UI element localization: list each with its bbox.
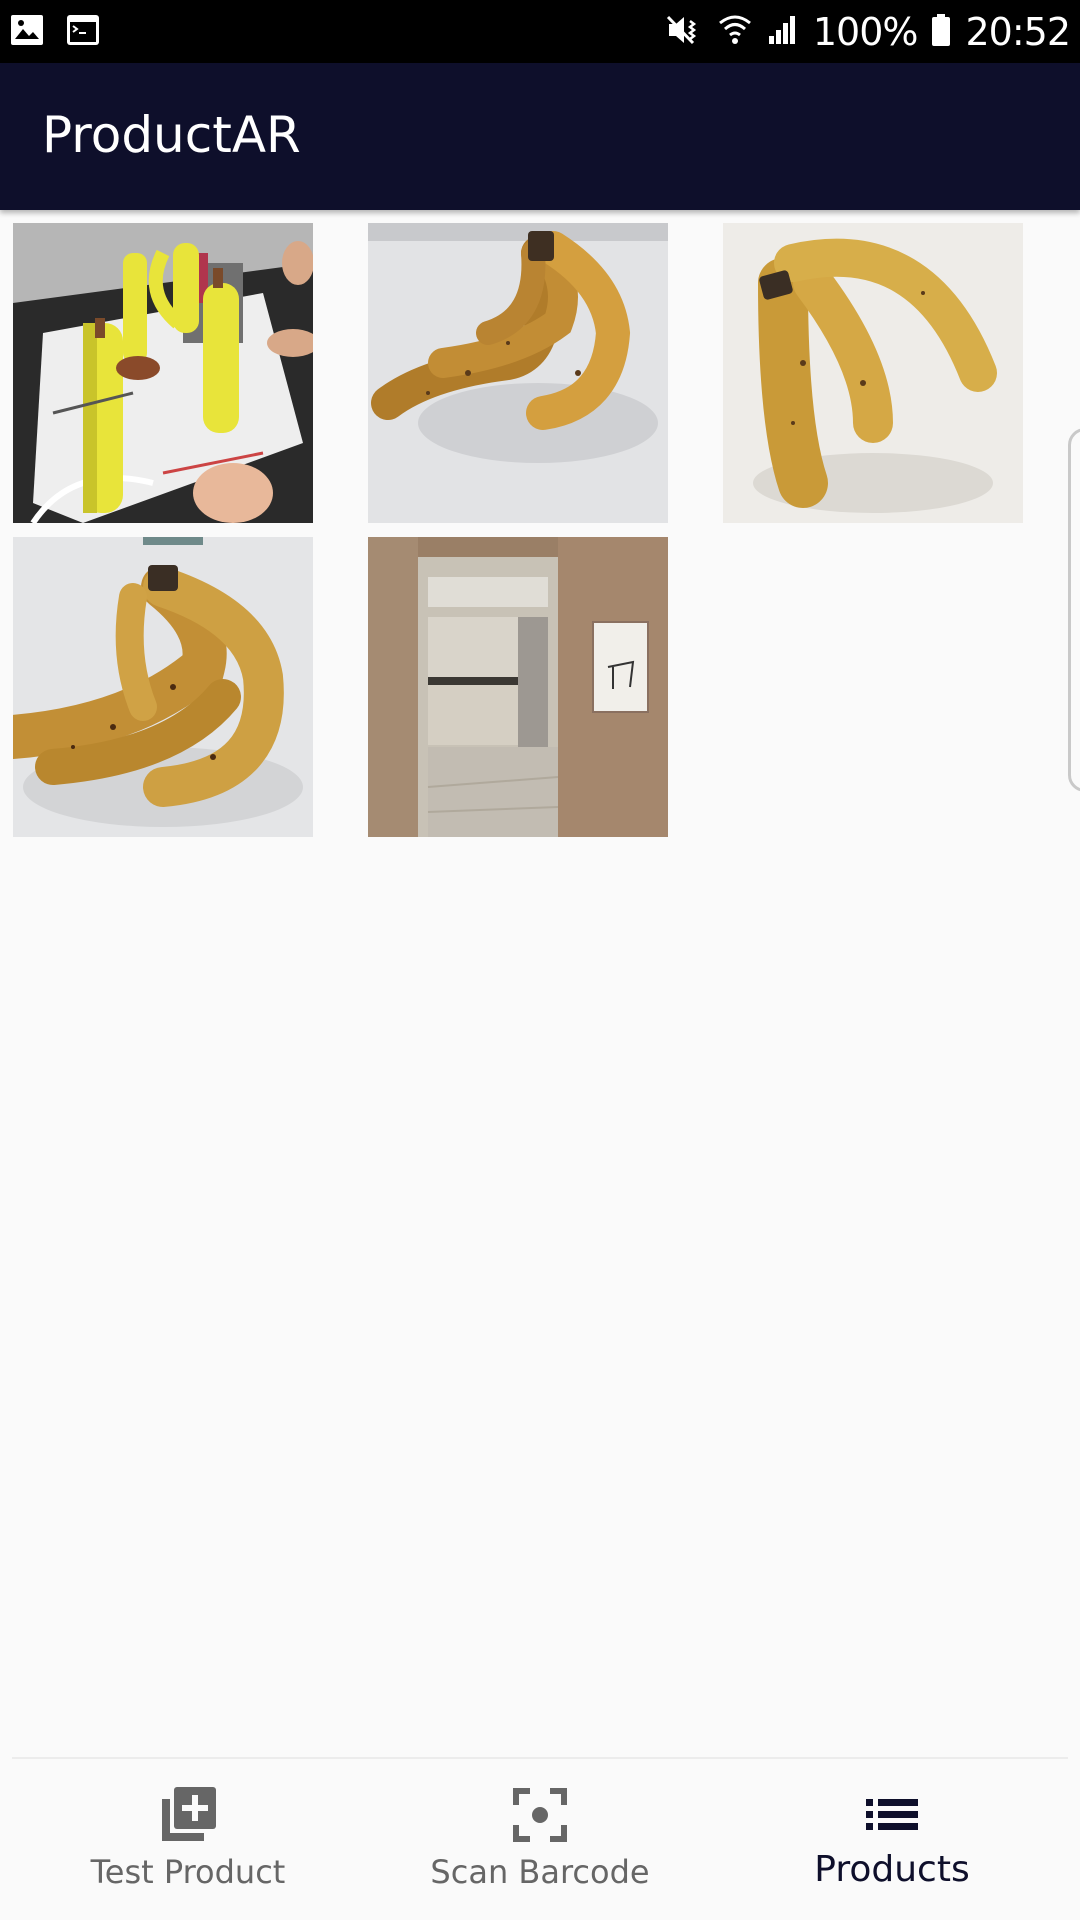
scan-focus-icon [510, 1785, 570, 1845]
wifi-icon [717, 13, 753, 51]
app-bar: ProductAR [0, 63, 1080, 210]
product-thumbnail-ar-bananas[interactable] [13, 223, 313, 523]
banana-bunch-image [368, 223, 668, 523]
banana-bunch-image [13, 537, 313, 837]
battery-icon [931, 13, 951, 51]
clock: 20:52 [965, 9, 1071, 54]
side-panel-handle[interactable] [1068, 428, 1080, 792]
list-icon [862, 1785, 922, 1845]
ar-bananas-image [13, 223, 313, 523]
status-left-icons [10, 14, 100, 50]
mute-vibrate-icon [663, 13, 703, 51]
nav-item-test-product[interactable]: Test Product [8, 1757, 368, 1920]
banana-bunch-image [723, 223, 1023, 523]
signal-icon [767, 14, 799, 50]
nav-label-products: Products [814, 1849, 970, 1890]
status-right-icons: 100% 20:52 [663, 0, 1071, 63]
nav-label-scan-barcode: Scan Barcode [430, 1853, 650, 1891]
bottom-navigation: Test Product Scan Barcode Products [0, 1757, 1080, 1920]
room-doorway-image [368, 537, 668, 837]
nav-item-scan-barcode[interactable]: Scan Barcode [360, 1757, 720, 1920]
add-box-icon [158, 1785, 218, 1845]
status-bar: 100% 20:52 [0, 0, 1080, 63]
battery-percent: 100% [812, 9, 919, 54]
nav-label-test-product: Test Product [90, 1853, 286, 1891]
nav-item-products[interactable]: Products [712, 1757, 1072, 1920]
terminal-icon [66, 14, 100, 50]
product-thumbnail-banana-3[interactable] [13, 537, 313, 837]
image-icon [10, 14, 44, 50]
app-title: ProductAR [42, 106, 301, 164]
product-thumbnail-banana-2[interactable] [723, 223, 1023, 523]
product-thumbnail-banana-1[interactable] [368, 223, 668, 523]
product-thumbnail-room[interactable] [368, 537, 668, 837]
